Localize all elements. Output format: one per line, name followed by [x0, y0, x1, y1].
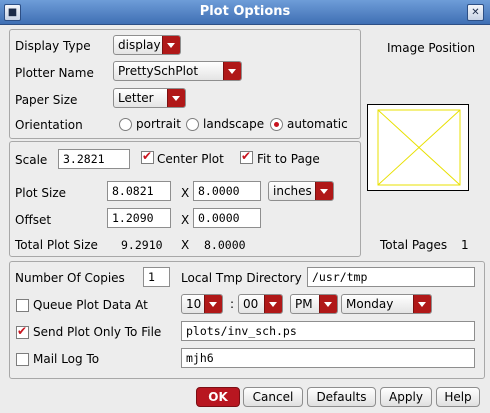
tmp-dir-field[interactable]: /usr/tmp — [307, 267, 475, 287]
fit-to-page-label: Fit to Page — [257, 152, 320, 166]
orientation-automatic-radio[interactable] — [270, 118, 283, 131]
chevron-down-icon — [162, 36, 180, 54]
chevron-down-icon — [167, 89, 185, 107]
offset-x-field[interactable]: 1.2090 — [107, 208, 171, 228]
scale-field[interactable]: 3.2821 — [58, 149, 130, 169]
queue-checkbox[interactable] — [16, 299, 29, 312]
send-to-file-field[interactable]: plots/inv_sch.ps — [181, 321, 475, 341]
orientation-landscape-radio[interactable] — [186, 118, 199, 131]
plotter-name-value: PrettySchPlot — [118, 64, 199, 78]
paper-size-label: Paper Size — [15, 93, 78, 107]
copies-field[interactable]: 1 — [143, 267, 170, 287]
image-position-preview — [367, 104, 469, 191]
center-plot-checkbox[interactable] — [141, 149, 154, 164]
chevron-down-icon — [223, 62, 241, 80]
mail-log-field[interactable]: mjh6 — [181, 348, 475, 368]
queue-day-value: Monday — [346, 297, 394, 311]
mail-log-label: Mail Log To — [33, 352, 100, 366]
offset-label: Offset — [15, 213, 52, 227]
units-value: inches — [273, 184, 312, 198]
offset-y-field[interactable]: 0.0000 — [193, 208, 261, 228]
chevron-down-icon — [315, 182, 333, 200]
scale-label: Scale — [15, 153, 48, 167]
queue-day-select[interactable]: Monday — [341, 294, 432, 314]
plotter-name-select[interactable]: PrettySchPlot — [113, 61, 242, 81]
queue-label: Queue Plot Data At — [33, 298, 148, 312]
page-preview-icon — [377, 109, 461, 186]
time-colon: : — [230, 297, 235, 311]
center-plot-label: Center Plot — [157, 152, 224, 166]
queue-minute-value: 00 — [243, 297, 259, 311]
chevron-down-icon — [264, 295, 282, 313]
orientation-label: Orientation — [15, 118, 83, 132]
total-pages-value: 1 — [461, 238, 469, 252]
display-type-label: Display Type — [15, 39, 91, 53]
window-title: Plot Options — [199, 4, 291, 19]
total-plot-size-separator: X — [181, 238, 190, 252]
help-button[interactable]: Help — [436, 387, 480, 407]
orientation-portrait-radio[interactable] — [119, 118, 132, 131]
total-plot-size-y: 8.0000 — [204, 238, 246, 252]
copies-label: Number Of Copies — [15, 271, 125, 285]
mail-log-checkbox[interactable] — [16, 353, 29, 366]
image-position-label: Image Position — [387, 41, 476, 55]
orientation-portrait-label: portrait — [136, 117, 181, 131]
cancel-button[interactable]: Cancel — [243, 387, 303, 407]
tmp-dir-label: Local Tmp Directory — [181, 271, 302, 285]
close-icon[interactable]: ✕ — [467, 4, 484, 21]
ok-button[interactable]: OK — [196, 387, 240, 407]
plotter-name-label: Plotter Name — [15, 66, 94, 80]
queue-minute-select[interactable]: 00 — [238, 294, 283, 314]
plot-size-y-field[interactable]: 8.0000 — [193, 181, 261, 201]
apply-button[interactable]: Apply — [380, 387, 432, 407]
plot-size-separator: X — [181, 186, 190, 200]
total-pages-label: Total Pages — [380, 238, 448, 252]
plot-size-x-field[interactable]: 8.0821 — [107, 181, 171, 201]
title-bar: ■ Plot Options ✕ — [0, 0, 490, 25]
display-type-value: display — [118, 38, 161, 52]
defaults-button[interactable]: Defaults — [307, 387, 376, 407]
queue-hour-value: 10 — [186, 297, 202, 311]
chevron-down-icon — [319, 295, 337, 313]
send-to-file-checkbox[interactable] — [16, 324, 29, 339]
send-to-file-label: Send Plot Only To File — [33, 325, 162, 339]
queue-ampm-select[interactable]: PM — [290, 294, 338, 314]
orientation-landscape-label: landscape — [203, 117, 265, 131]
chevron-down-icon — [204, 295, 222, 313]
queue-ampm-value: PM — [295, 297, 313, 311]
paper-size-select[interactable]: Letter — [113, 88, 186, 108]
display-type-select[interactable]: display — [113, 35, 181, 55]
queue-hour-select[interactable]: 10 — [181, 294, 223, 314]
total-plot-size-label: Total Plot Size — [15, 238, 98, 252]
orientation-automatic-label: automatic — [287, 117, 348, 131]
offset-separator: X — [181, 213, 190, 227]
units-select[interactable]: inches — [268, 181, 334, 201]
fit-to-page-checkbox[interactable] — [240, 149, 253, 164]
chevron-down-icon — [413, 295, 431, 313]
paper-size-value: Letter — [118, 91, 154, 105]
plot-size-label: Plot Size — [15, 186, 67, 200]
total-plot-size-x: 9.2910 — [121, 238, 163, 252]
